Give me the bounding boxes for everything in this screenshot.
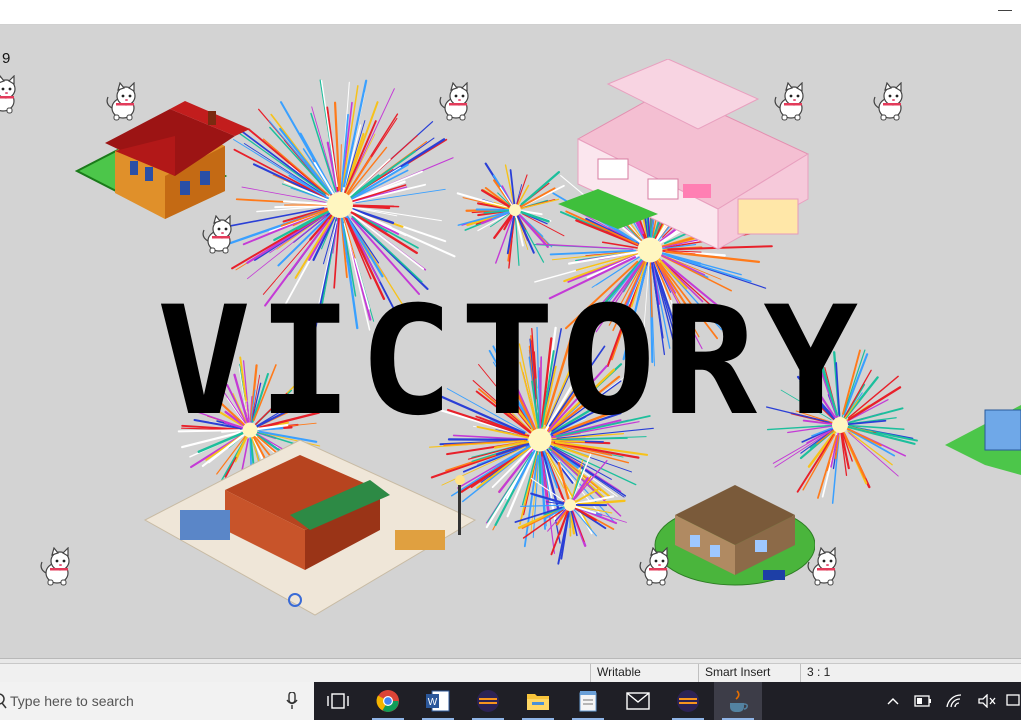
file-explorer-icon[interactable] xyxy=(514,682,562,720)
battery-icon[interactable] xyxy=(910,682,936,720)
victory-text: VICTORY xyxy=(156,275,865,449)
wifi-icon[interactable] xyxy=(942,682,968,720)
white-cat-pet[interactable] xyxy=(805,547,843,587)
white-cat-pet[interactable] xyxy=(772,82,810,122)
show-hidden-icons-chevron-icon[interactable] xyxy=(882,682,904,720)
microphone-icon[interactable] xyxy=(286,692,298,710)
eclipse-icon[interactable] xyxy=(464,682,512,720)
search-placeholder: Type here to search xyxy=(10,693,134,709)
victory-banner: VICTORY xyxy=(0,275,1021,449)
white-cat-pet[interactable] xyxy=(0,75,22,115)
white-cat-pet[interactable] xyxy=(871,82,909,122)
white-cat-pet[interactable] xyxy=(104,82,142,122)
firework-streak xyxy=(557,461,570,500)
white-cat-pet[interactable] xyxy=(437,82,475,122)
status-cursor-position: 3 : 1 xyxy=(800,664,887,683)
svg-text:W: W xyxy=(428,697,438,708)
white-cat-pet[interactable] xyxy=(38,547,76,587)
game-canvas[interactable]: 9 VICTORY xyxy=(0,25,1021,658)
notepad-icon[interactable] xyxy=(564,682,612,720)
ide-status-bar: Writable Smart Insert 3 : 1 xyxy=(0,663,1021,683)
status-insert-mode: Smart Insert xyxy=(698,664,801,683)
firework-streak xyxy=(520,504,564,507)
mail-icon[interactable] xyxy=(614,682,662,720)
market-scene[interactable] xyxy=(140,430,480,620)
taskbar-search-box[interactable]: Type here to search xyxy=(0,682,314,720)
eclipse-icon[interactable] xyxy=(664,682,712,720)
firework-core xyxy=(327,192,353,218)
window-title-bar: — xyxy=(0,0,1021,25)
search-icon xyxy=(0,693,7,709)
firework-burst xyxy=(514,453,627,565)
firework-core xyxy=(564,499,576,511)
minimize-button[interactable]: — xyxy=(995,2,1015,20)
score-counter: 9 xyxy=(2,50,11,67)
notifications-icon[interactable] xyxy=(1004,682,1021,720)
red-roof-house[interactable] xyxy=(75,81,255,231)
status-writable: Writable xyxy=(590,664,701,683)
task-view-icon[interactable] xyxy=(314,682,362,720)
white-cat-pet[interactable] xyxy=(200,215,238,255)
chrome-icon[interactable] xyxy=(364,682,412,720)
volume-muted-icon[interactable] xyxy=(974,682,1000,720)
white-cat-pet[interactable] xyxy=(637,547,675,587)
word-icon[interactable]: W xyxy=(414,682,462,720)
java-icon[interactable] xyxy=(714,682,762,720)
windows-taskbar: Type here to search W xyxy=(0,682,1021,720)
